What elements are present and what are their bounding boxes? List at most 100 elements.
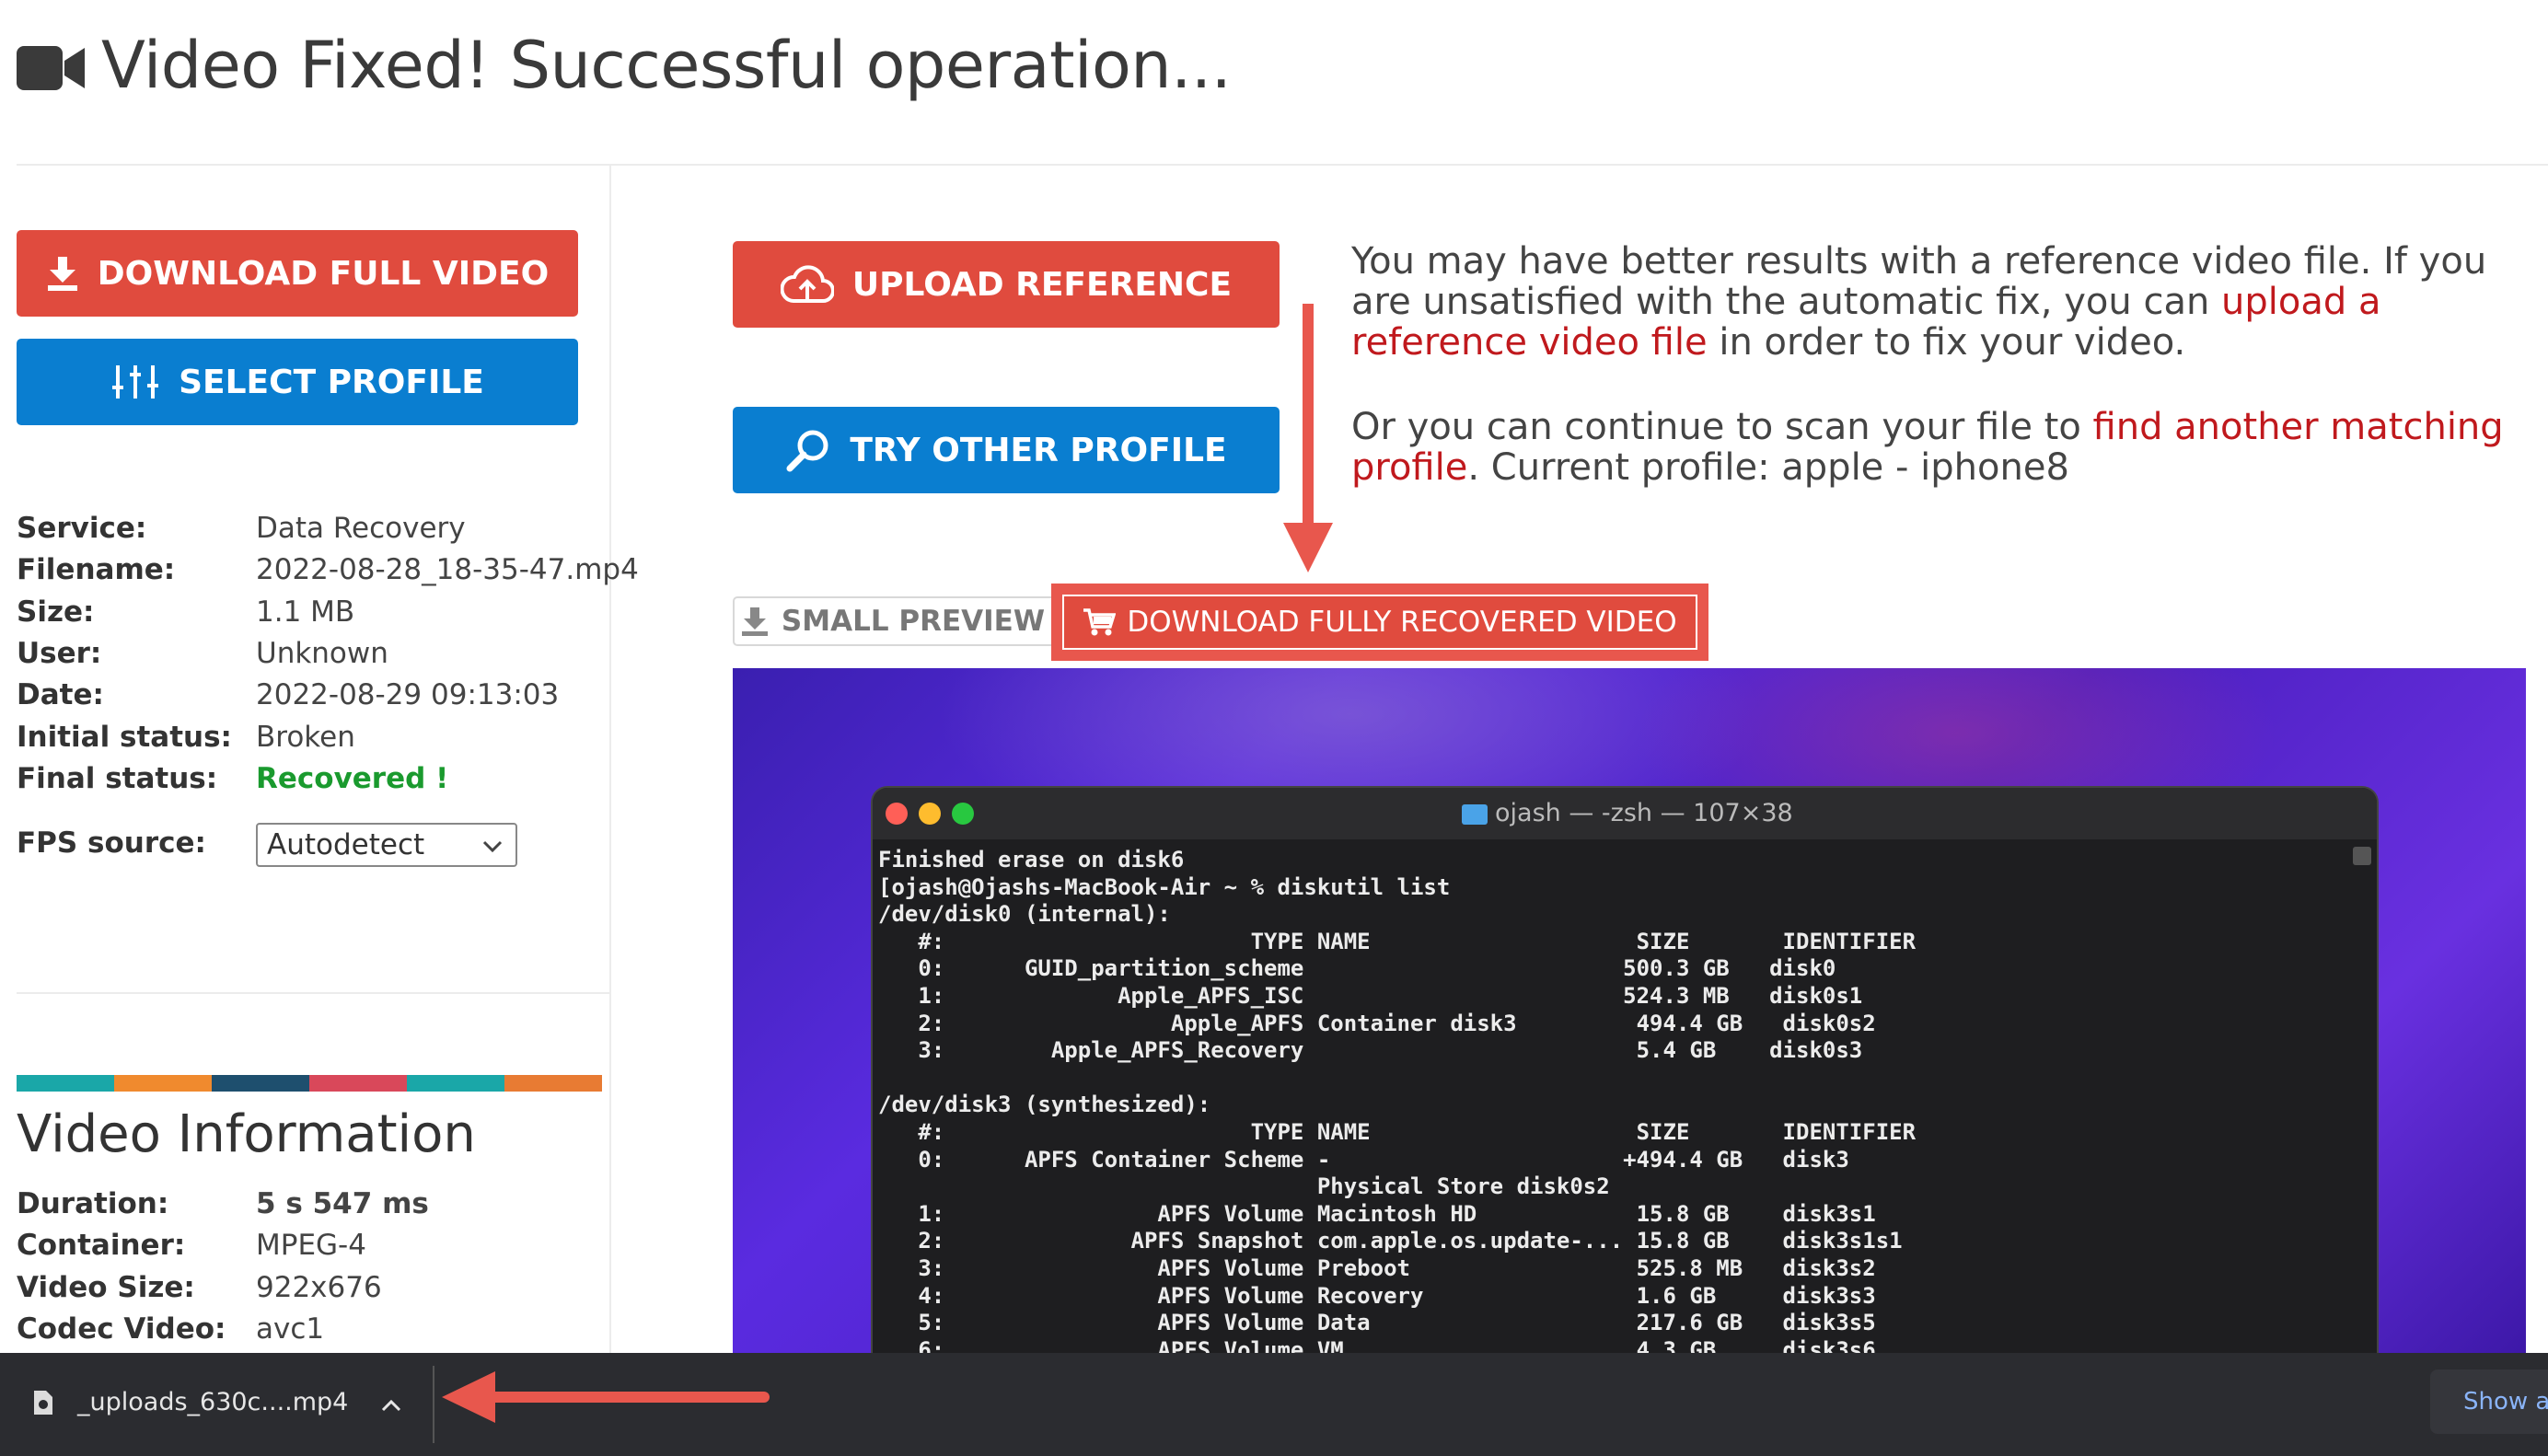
file-info-value: 2022-08-28_18-35-47.mp4 xyxy=(256,553,639,587)
chevron-down-icon xyxy=(482,840,503,853)
tab-download-recovered[interactable]: DOWNLOAD FULLY RECOVERED VIDEO xyxy=(1062,595,1697,650)
download-full-video-button[interactable]: DOWNLOAD FULL VIDEO xyxy=(17,230,578,317)
terminal-line: Finished erase on disk6 xyxy=(878,847,1185,872)
profile-hint-part2: . Current profile: apple - iphone8 xyxy=(1467,446,2069,489)
show-all-button[interactable]: Show all xyxy=(2430,1369,2548,1434)
try-other-profile-button[interactable]: TRY OTHER PROFILE xyxy=(733,407,1280,493)
cart-icon xyxy=(1083,608,1117,636)
header-divider xyxy=(17,164,2548,166)
terminal-line: 0: APFS Container Scheme - +494.4 GB dis… xyxy=(878,1146,1849,1173)
video-camera-icon xyxy=(17,40,85,96)
terminal-line: Physical Store disk0s2 xyxy=(878,1173,1610,1200)
reference-hint-part2: in order to fix your video. xyxy=(1707,321,2186,364)
folder-icon xyxy=(1462,803,1488,825)
video-info-label: Container: xyxy=(17,1229,186,1263)
file-info-value: 1.1 MB xyxy=(256,595,355,629)
color-bar-segment xyxy=(407,1075,504,1092)
terminal-title: ojash — -zsh — 107×38 xyxy=(1462,799,1793,827)
video-info-label: Video Size: xyxy=(17,1270,195,1304)
terminal-line: [ojash@Ojashs-MacBook-Air ~ % diskutil l… xyxy=(878,873,1451,900)
file-info-value: Data Recovery xyxy=(256,512,466,545)
arrow-left-icon xyxy=(442,1371,770,1423)
color-bar xyxy=(17,1075,602,1092)
download-icon xyxy=(47,257,77,291)
column-divider xyxy=(609,166,611,1353)
arrow-down-icon xyxy=(1283,304,1333,572)
terminal-output: Finished erase on disk6 [ojash@Ojashs-Mac… xyxy=(878,847,1916,1353)
terminal-line: 3: APFS Volume Preboot 525.8 MB disk3s2 xyxy=(878,1254,1876,1281)
terminal-line: #: TYPE NAME SIZE IDENTIFIER xyxy=(878,928,1917,954)
downloads-bar: _uploads_630c....mp4 Show all xyxy=(0,1353,2548,1456)
tab-download-recovered-label: DOWNLOAD FULLY RECOVERED VIDEO xyxy=(1127,606,1677,639)
sliders-icon xyxy=(112,365,159,399)
magnifier-icon xyxy=(786,430,828,472)
file-info-label: User: xyxy=(17,636,102,670)
terminal-line: 1: Apple_APFS_ISC 524.3 MB disk0s1 xyxy=(878,982,1863,1009)
zoom-dot-icon xyxy=(952,803,974,825)
file-icon xyxy=(34,1390,52,1415)
minimize-dot-icon xyxy=(919,803,941,825)
terminal-line: /dev/disk3 (synthesized): xyxy=(878,1092,1211,1118)
upload-reference-button[interactable]: UPLOAD REFERENCE xyxy=(733,241,1280,328)
video-info-value: avc1 xyxy=(256,1312,325,1346)
try-other-profile-label: TRY OTHER PROFILE xyxy=(850,431,1227,469)
download-file-name: _uploads_630c....mp4 xyxy=(77,1388,349,1416)
select-profile-button[interactable]: SELECT PROFILE xyxy=(17,339,578,425)
download-icon xyxy=(741,607,768,636)
file-info-value: Recovered ! xyxy=(256,761,449,795)
terminal-line: 3: Apple_APFS_Recovery 5.4 GB disk0s3 xyxy=(878,1037,1863,1064)
file-info-label: Initial status: xyxy=(17,720,232,754)
color-bar-segment xyxy=(114,1075,212,1092)
video-info-label: Codec Video: xyxy=(17,1312,226,1346)
section-divider xyxy=(17,992,609,994)
color-bar-segment xyxy=(212,1075,309,1092)
terminal-line: 2: Apple_APFS Container disk3 494.4 GB d… xyxy=(878,1010,1876,1036)
color-bar-segment xyxy=(17,1075,114,1092)
fps-source-value: Autodetect xyxy=(267,828,425,861)
file-info-value: 2022-08-29 09:13:03 xyxy=(256,678,560,712)
terminal-title-text: ojash — -zsh — 107×38 xyxy=(1495,799,1793,827)
terminal-window: ojash — -zsh — 107×38 Finished erase on … xyxy=(873,788,2377,1353)
reference-hint-text: You may have better results with a refer… xyxy=(1351,241,2520,363)
profile-hint-text: Or you can continue to scan your file to… xyxy=(1351,407,2520,488)
fps-source-label: FPS source: xyxy=(17,826,206,860)
file-info-value: Broken xyxy=(256,720,355,754)
terminal-line: 2: APFS Snapshot com.apple.os.update-...… xyxy=(878,1228,1903,1254)
terminal-line: 0: GUID_partition_scheme 500.3 GB disk0 xyxy=(878,955,1836,982)
video-info-label: Duration: xyxy=(17,1187,169,1220)
video-information-title: Video Information xyxy=(17,1104,476,1164)
color-bar-segment xyxy=(309,1075,407,1092)
profile-hint-part1: Or you can continue to scan your file to xyxy=(1351,406,2093,448)
close-dot-icon xyxy=(886,803,908,825)
video-info-value: 5 s 547 ms xyxy=(256,1187,429,1220)
download-full-video-label: DOWNLOAD FULL VIDEO xyxy=(97,254,550,293)
terminal-line: #: TYPE NAME SIZE IDENTIFIER xyxy=(878,1118,1917,1145)
file-info-label: Filename: xyxy=(17,553,176,587)
tab-small-preview[interactable]: SMALL PREVIEW xyxy=(733,596,1053,646)
terminal-titlebar: ojash — -zsh — 107×38 xyxy=(873,788,2377,839)
terminal-line: 5: APFS Volume Data 217.6 GB disk3s5 xyxy=(878,1310,1876,1336)
video-info-value: MPEG-4 xyxy=(256,1229,366,1263)
file-info-label: Date: xyxy=(17,678,104,712)
select-profile-label: SELECT PROFILE xyxy=(179,363,484,401)
tab-small-preview-label: SMALL PREVIEW xyxy=(781,605,1046,638)
file-info-value: Unknown xyxy=(256,636,388,670)
file-info-label: Final status: xyxy=(17,761,218,795)
terminal-line: 4: APFS Volume Recovery 1.6 GB disk3s3 xyxy=(878,1282,1876,1309)
terminal-line: 1: APFS Volume Macintosh HD 15.8 GB disk… xyxy=(878,1200,1876,1227)
chevron-up-icon[interactable] xyxy=(379,1395,403,1416)
downloads-separator xyxy=(433,1366,434,1443)
fps-source-select[interactable]: Autodetect xyxy=(256,823,517,867)
video-info-value: 922x676 xyxy=(256,1270,382,1304)
terminal-scroll-icon xyxy=(2353,847,2371,865)
file-info-label: Service: xyxy=(17,512,147,545)
upload-reference-label: UPLOAD REFERENCE xyxy=(851,265,1233,304)
cloud-upload-icon xyxy=(780,265,834,303)
download-item[interactable]: _uploads_630c....mp4 xyxy=(33,1388,348,1416)
color-bar-segment xyxy=(504,1075,602,1092)
file-info-label: Size: xyxy=(17,595,95,629)
page-title: Video Fixed! Successful operation... xyxy=(101,28,1232,103)
terminal-line: 6: APFS Volume VM 4.3 GB disk3s6 xyxy=(878,1336,1876,1353)
video-preview: ojash — -zsh — 107×38 Finished erase on … xyxy=(733,668,2526,1353)
